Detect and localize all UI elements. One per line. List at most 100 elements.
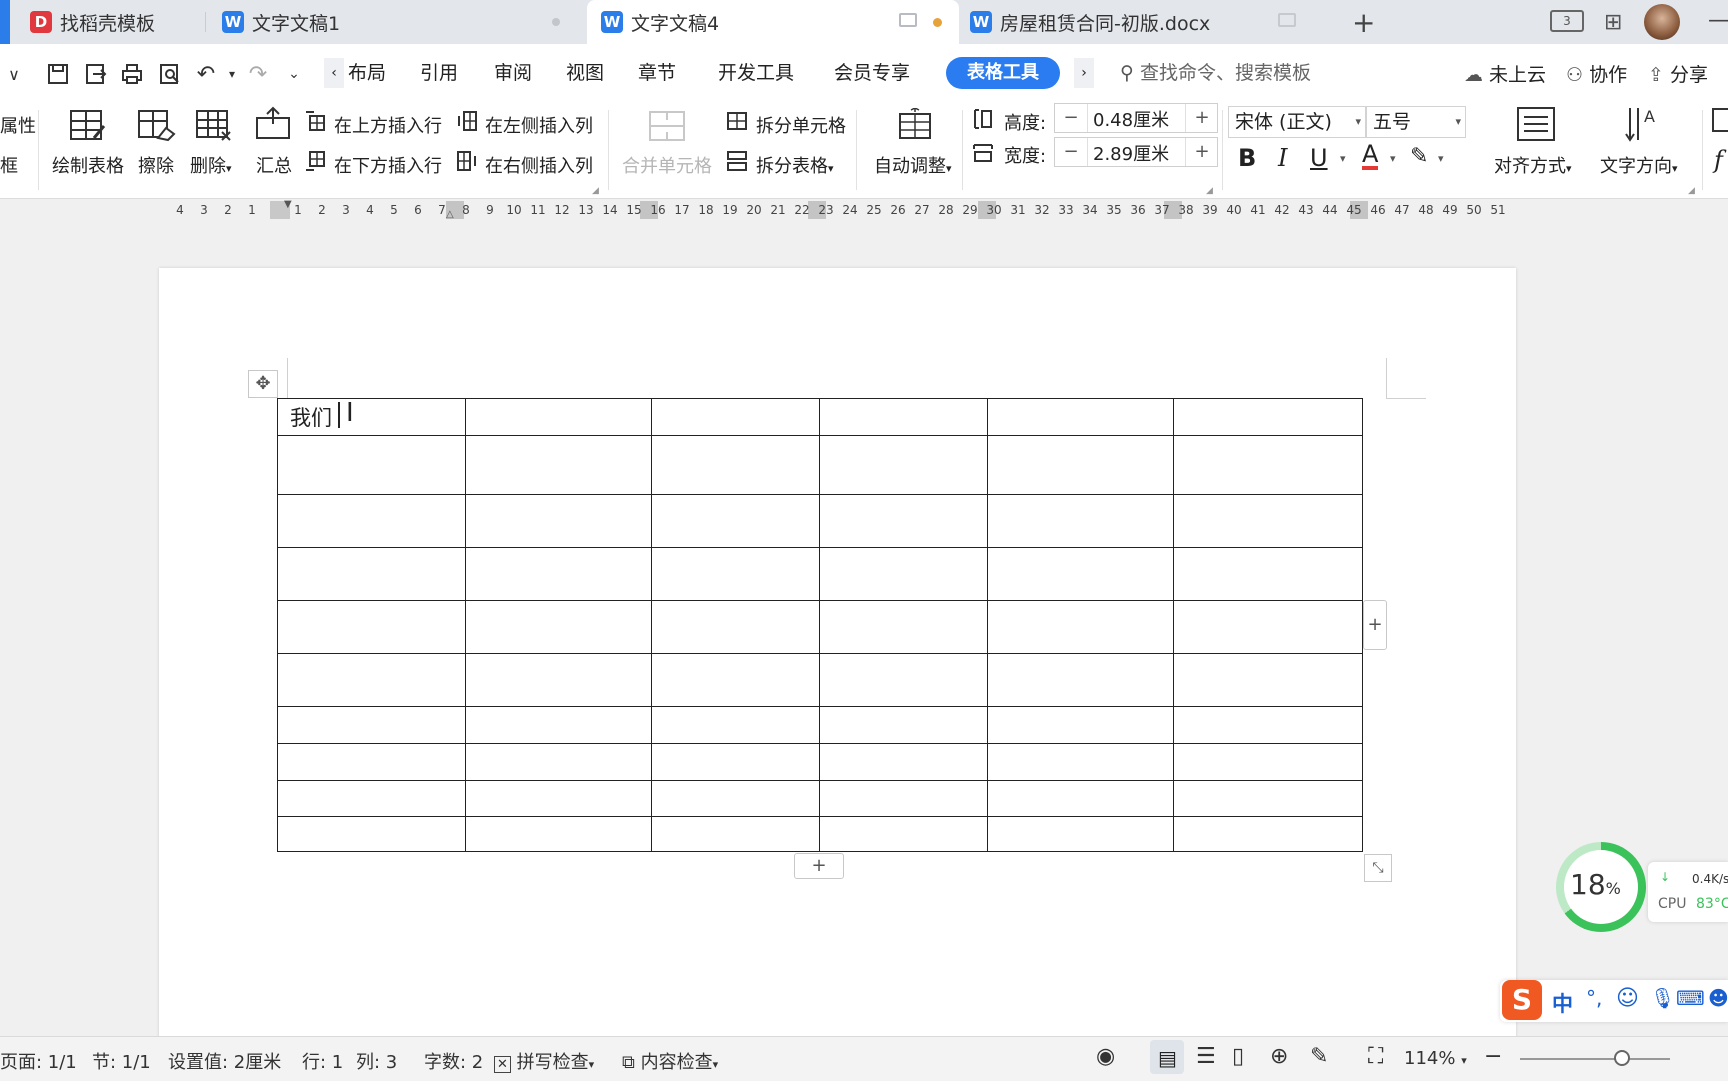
cell-text[interactable]: 我们 <box>290 402 332 432</box>
auto-fit-button[interactable]: 自动调整▾ <box>874 152 952 178</box>
window-layout-icon[interactable]: 3 <box>1550 10 1584 32</box>
status-word-count[interactable]: 字数: 2 <box>424 1048 483 1074</box>
add-row-button[interactable]: + <box>794 853 844 879</box>
table-row-border[interactable] <box>277 851 1363 852</box>
table-row-border[interactable] <box>277 600 1363 601</box>
menu-references[interactable]: 引用 <box>420 58 458 88</box>
tab-doc1[interactable]: W 文字文稿1 <box>222 0 577 44</box>
insert-row-above-button[interactable]: 在上方插入行 <box>334 112 442 138</box>
new-tab-icon[interactable]: + <box>1352 6 1375 39</box>
table-move-icon[interactable]: ✥ <box>248 370 278 398</box>
minimize-icon[interactable]: — <box>1708 8 1728 33</box>
display-icon[interactable] <box>899 13 917 27</box>
group-expand-icon[interactable]: ◢ <box>1206 186 1213 196</box>
width-value[interactable]: 2.89厘米 <box>1093 140 1169 166</box>
spell-check-button[interactable]: ✕ 拼写检查▾ <box>494 1048 594 1074</box>
insert-col-left-button[interactable]: 在左侧插入列 <box>485 112 593 138</box>
ruler[interactable]: ▼ △ 4 3 2 1 1 2 3 4 5 6 7 8 9 10 11 12 13 14 15 16 17 18 19 20 2… <box>0 199 1728 223</box>
delete-button[interactable]: 删除▾ <box>190 152 232 178</box>
plus-icon[interactable]: + <box>1185 104 1218 132</box>
menu-review[interactable]: 审阅 <box>494 58 532 88</box>
avatar[interactable] <box>1644 4 1680 40</box>
group-expand-icon[interactable]: ◢ <box>592 186 599 196</box>
font-size-select[interactable]: 五号 ▾ <box>1366 106 1466 138</box>
save-icon[interactable] <box>44 60 72 88</box>
eye-protect-icon[interactable]: ◉ <box>1096 1044 1115 1069</box>
reading-view-icon[interactable]: ▯ <box>1232 1044 1244 1069</box>
minus-icon[interactable]: − <box>1055 138 1088 166</box>
search-box[interactable]: ⚲ 查找命令、搜索模板 <box>1120 58 1311 85</box>
resize-table-icon[interactable]: ⤡ <box>1364 854 1392 882</box>
tab-contract[interactable]: W 房屋租赁合同-初版.docx <box>970 0 1340 44</box>
outline-view-icon[interactable]: ☰ <box>1196 1044 1216 1069</box>
more-ribbon-icon[interactable] <box>1712 108 1728 132</box>
menu-view[interactable]: 视图 <box>566 58 604 88</box>
table-column-border[interactable] <box>651 398 652 852</box>
tab-doc4[interactable]: W 文字文稿4 <box>587 0 959 44</box>
table-row-border[interactable] <box>277 494 1363 495</box>
table-column-border[interactable] <box>987 398 988 852</box>
erase-button[interactable]: 擦除 <box>138 152 174 178</box>
punct-icon[interactable]: °, <box>1586 986 1602 1010</box>
chevron-down-icon[interactable]: ▾ <box>1340 152 1346 165</box>
highlight-icon[interactable]: ✎ <box>1410 144 1428 169</box>
display-icon[interactable] <box>1278 13 1296 27</box>
keyboard-icon[interactable]: ⌨ <box>1676 986 1705 1010</box>
insert-row-below-button[interactable]: 在下方插入行 <box>334 152 442 178</box>
zoom-slider-thumb[interactable] <box>1614 1050 1630 1066</box>
font-name-select[interactable]: 宋体 (正文) ▾ <box>1228 106 1366 138</box>
grid-apps-icon[interactable]: ⊞ <box>1604 10 1622 35</box>
add-column-button[interactable]: + <box>1363 600 1387 650</box>
cloud-status[interactable]: ☁ 未上云 <box>1464 60 1546 87</box>
status-section[interactable]: 节: 1/1 <box>92 1048 151 1074</box>
table-column-border[interactable] <box>1173 398 1174 852</box>
table-row-border[interactable] <box>277 435 1363 436</box>
mic-icon[interactable]: 🎙 <box>1650 986 1675 1010</box>
write-view-icon[interactable]: ✎ <box>1310 1044 1328 1069</box>
table-row-border[interactable] <box>277 398 1363 399</box>
underline-icon[interactable]: U <box>1310 144 1328 172</box>
page-view-button[interactable]: ▤ <box>1150 1040 1184 1074</box>
menu-developer[interactable]: 开发工具 <box>718 58 794 88</box>
height-value[interactable]: 0.48厘米 <box>1093 106 1169 132</box>
tab-table-tools[interactable]: 表格工具 <box>946 57 1060 89</box>
ime-lang[interactable]: 中 <box>1552 988 1573 1018</box>
font-color-icon[interactable]: A <box>1362 142 1379 170</box>
collab-button[interactable]: ⚇ 协作 <box>1566 60 1627 87</box>
italic-icon[interactable]: I <box>1278 144 1287 172</box>
content-check-button[interactable]: ⧉ 内容检查▾ <box>622 1048 718 1074</box>
table-row-border[interactable] <box>277 816 1363 817</box>
table-column-border[interactable] <box>819 398 820 852</box>
menu-member[interactable]: 会员专享 <box>834 58 910 88</box>
web-view-icon[interactable]: ⊕ <box>1270 1044 1288 1069</box>
document-table[interactable] <box>277 398 1363 852</box>
group-expand-icon[interactable]: ◢ <box>1688 186 1695 196</box>
chevron-down-icon[interactable]: ▾ <box>1390 152 1396 165</box>
tab-templates[interactable]: D 找稻壳模板 <box>30 0 200 44</box>
redo-icon[interactable]: ↷ <box>244 60 272 88</box>
preview-icon[interactable] <box>156 60 184 88</box>
fit-page-icon[interactable]: ⛶ <box>1368 1044 1383 1069</box>
zoom-out-icon[interactable]: − <box>1484 1044 1502 1069</box>
user-icon[interactable]: ☻ <box>1708 986 1728 1010</box>
draw-table-button[interactable]: 绘制表格 <box>52 152 124 178</box>
table-row-border[interactable] <box>277 706 1363 707</box>
bold-icon[interactable]: B <box>1238 144 1256 172</box>
zoom-select[interactable]: 114% ▾ <box>1404 1048 1467 1069</box>
summary-button[interactable]: 汇总 <box>256 152 292 178</box>
frame-button[interactable]: 框 <box>0 152 18 178</box>
chevron-down-icon[interactable]: ▾ <box>1438 152 1444 165</box>
more-icon[interactable]: ⌄ <box>280 60 308 88</box>
chevron-down-icon[interactable]: ∨ <box>0 60 28 88</box>
menu-layout[interactable]: 布局 <box>348 58 386 88</box>
insert-col-right-button[interactable]: 在右侧插入列 <box>485 152 593 178</box>
split-table-button[interactable]: 拆分表格▾ <box>756 152 834 178</box>
emoji-icon[interactable]: ☺ <box>1616 986 1639 1011</box>
table-row-border[interactable] <box>277 743 1363 744</box>
sogou-logo-icon[interactable]: S <box>1502 980 1542 1020</box>
width-stepper[interactable]: − 2.89厘米 + <box>1054 137 1218 167</box>
undo-icon[interactable]: ↶ <box>192 60 220 88</box>
status-page[interactable]: 页面: 1/1 <box>0 1048 77 1074</box>
scroll-right-icon[interactable]: › <box>1074 58 1094 88</box>
print-icon[interactable] <box>118 60 146 88</box>
